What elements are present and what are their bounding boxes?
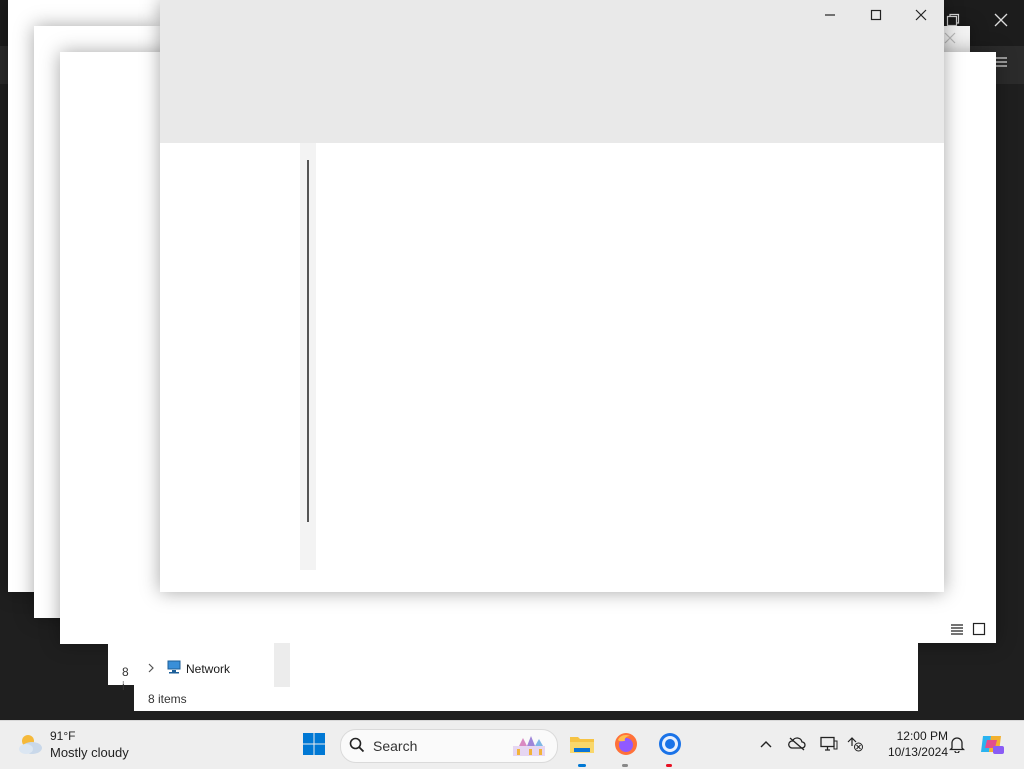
monitor-icon — [820, 736, 838, 755]
start-icon — [302, 732, 326, 759]
nav-pane-scrollbar[interactable] — [274, 643, 290, 687]
firefox-icon — [614, 732, 638, 759]
file-explorer-running-indicator — [578, 764, 586, 767]
desktop: 8 i Network 8 items — [0, 0, 1024, 720]
taskbar-firefox[interactable] — [610, 729, 642, 761]
details-view-icon[interactable] — [950, 622, 964, 639]
front-window-header — [160, 0, 944, 143]
close-icon[interactable] — [901, 4, 941, 26]
file-explorer-icon — [569, 733, 595, 758]
search-box[interactable]: Search — [340, 729, 558, 763]
stacked-window-2-corner — [944, 26, 970, 52]
search-label: Search — [373, 738, 418, 754]
system-clock[interactable]: 12:00 PM 10/13/2024 — [872, 728, 948, 760]
copilot-button[interactable] — [978, 731, 1006, 759]
tray-onedrive[interactable] — [786, 733, 808, 757]
show-hidden-icons-button[interactable] — [756, 733, 776, 757]
navigation-pane: Network — [134, 643, 274, 687]
tray-network[interactable] — [844, 733, 866, 757]
maximize-icon[interactable] — [856, 4, 896, 26]
search-icon — [349, 737, 365, 756]
partly-cloudy-icon — [16, 732, 44, 759]
cloud-offline-icon — [788, 736, 806, 755]
status-bar-item-count: 8 items — [148, 692, 187, 706]
chrome-running-indicator — [666, 764, 672, 767]
network-disconnected-icon — [846, 736, 864, 755]
firefox-running-indicator — [622, 764, 628, 767]
taskbar-file-explorer[interactable] — [566, 729, 598, 761]
pane-splitter-handle[interactable] — [307, 160, 309, 522]
notifications-button[interactable] — [946, 733, 968, 757]
file-explorer-window: Network 8 items — [134, 643, 918, 711]
tray-display[interactable] — [818, 733, 840, 757]
search-highlight-icon — [507, 734, 551, 761]
nav-item-network[interactable]: Network — [146, 659, 230, 678]
start-button[interactable] — [298, 729, 330, 761]
stacked-window-4-bottom — [60, 592, 844, 644]
menu-icon[interactable] — [994, 54, 1008, 74]
weather-widget[interactable] — [14, 731, 46, 759]
minimize-icon[interactable] — [810, 4, 850, 26]
close-icon[interactable] — [944, 32, 958, 46]
copilot-icon — [979, 732, 1005, 759]
bell-icon — [948, 735, 966, 756]
taskbar: 91°F Mostly cloudy Search 12:00 PM 10/13… — [0, 720, 1024, 769]
close-icon[interactable] — [994, 12, 1008, 32]
nav-item-label: Network — [186, 661, 231, 676]
partial-window-strip: 8 i — [108, 643, 135, 693]
front-window-content — [160, 143, 944, 592]
partial-status-text: 8 i — [122, 665, 129, 693]
clock-date: 10/13/2024 — [887, 745, 948, 759]
weather-condition: Mostly cloudy — [50, 745, 129, 760]
taskbar-chrome[interactable] — [654, 729, 686, 761]
tiles-view-icon[interactable] — [972, 622, 986, 639]
network-icon — [166, 659, 182, 678]
chevron-right-icon[interactable] — [146, 662, 156, 676]
chevron-up-icon — [760, 738, 772, 752]
chrome-icon — [658, 732, 682, 759]
clock-time: 12:00 PM — [896, 729, 948, 743]
weather-temperature: 91°F — [50, 729, 76, 743]
